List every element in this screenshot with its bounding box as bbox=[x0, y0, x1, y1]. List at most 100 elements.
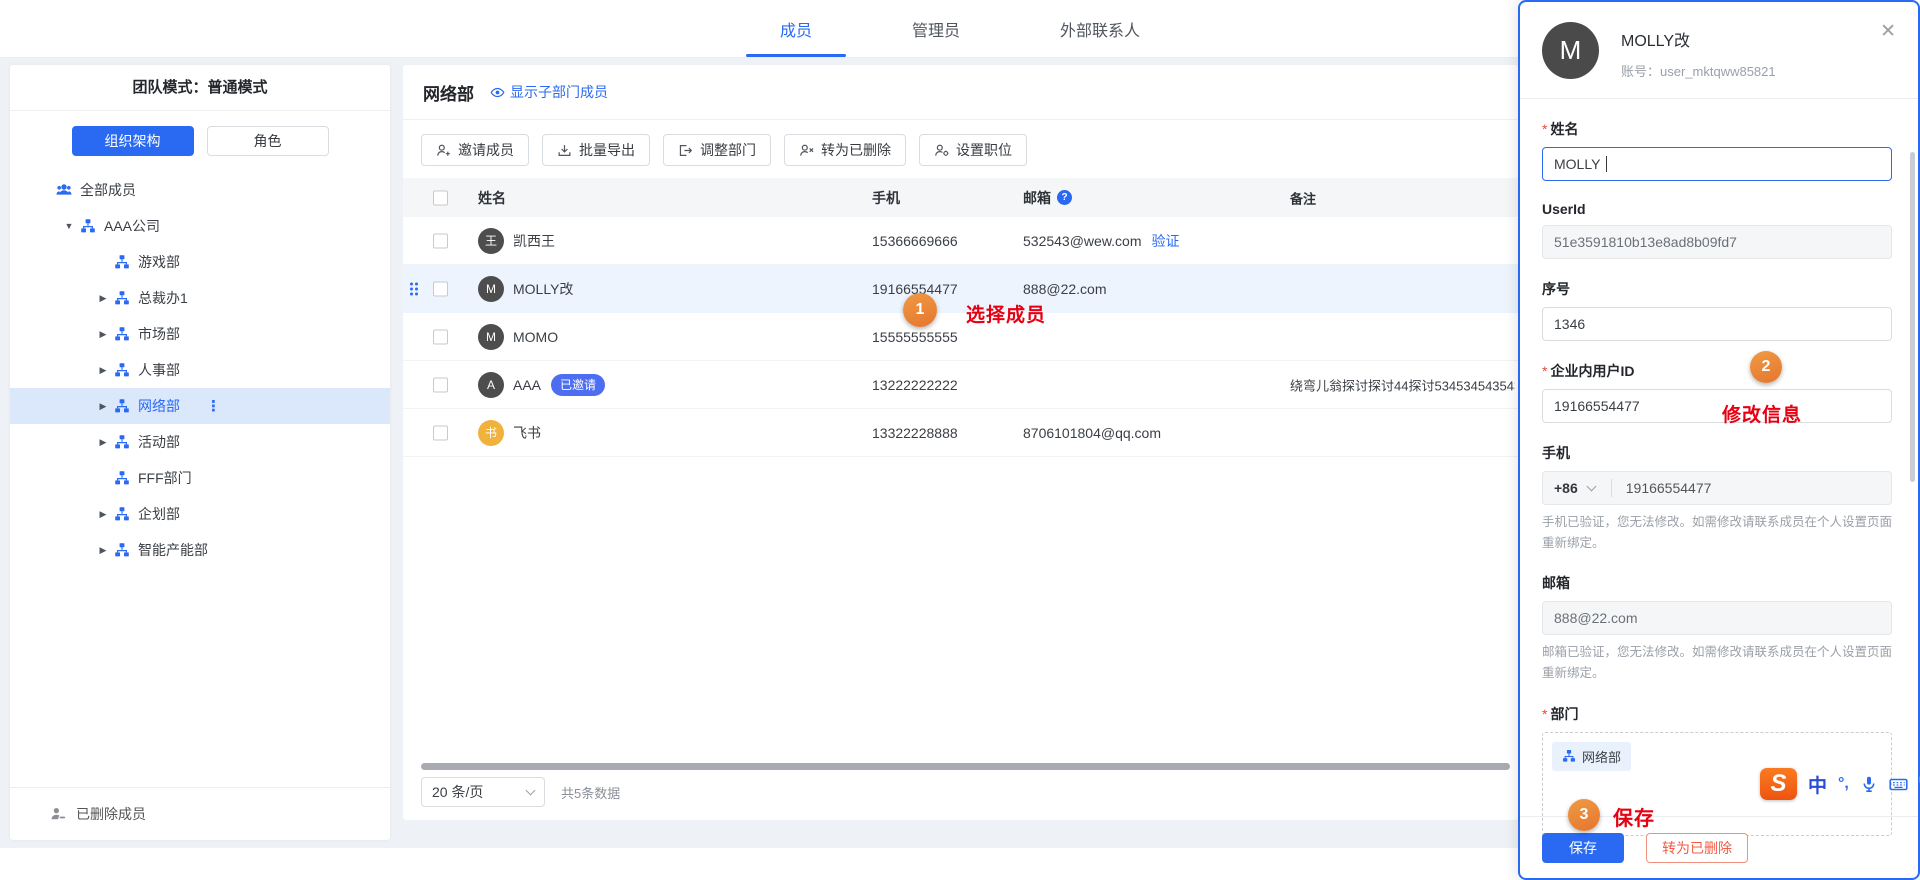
pagination: 20 条/页 共5条数据 bbox=[421, 776, 620, 808]
more-options-icon[interactable]: ⋮ bbox=[206, 397, 221, 415]
table-row[interactable]: MMOMO15555555555 bbox=[403, 313, 1518, 361]
toolbar-button-设置职位[interactable]: 设置职位 bbox=[919, 134, 1027, 166]
caret-icon[interactable]: ▶ bbox=[96, 401, 110, 412]
drag-handle-icon[interactable] bbox=[410, 282, 418, 295]
close-icon[interactable]: ✕ bbox=[1880, 22, 1896, 41]
drawer-scrollbar[interactable] bbox=[1910, 152, 1915, 482]
chevron-down-icon bbox=[1586, 481, 1596, 491]
person-gear-icon bbox=[934, 143, 949, 158]
deleted-members-entry[interactable]: 已删除成员 bbox=[10, 787, 390, 840]
name-field-label: 姓名 bbox=[1550, 119, 1578, 139]
caret-icon[interactable]: ▶ bbox=[96, 509, 110, 520]
row-checkbox[interactable] bbox=[433, 233, 448, 248]
member-name: AAA bbox=[513, 377, 541, 393]
tree-item-网络部[interactable]: ▶网络部⋮ bbox=[10, 388, 390, 424]
mic-icon[interactable] bbox=[1860, 775, 1878, 793]
toolbar-button-邀请成员[interactable]: 邀请成员 bbox=[421, 134, 529, 166]
move-to-deleted-button[interactable]: 转为已删除 bbox=[1646, 833, 1748, 863]
tree-item-FFF部门[interactable]: FFF部门 bbox=[10, 460, 390, 496]
member-remark: 绕弯儿翁探讨探讨44探讨534534543543543 bbox=[1290, 375, 1515, 394]
column-name: 姓名 bbox=[478, 188, 506, 208]
phone-field-label: 手机 bbox=[1542, 443, 1892, 463]
email-note: 邮箱已验证，您无法修改。如需修改请联系成员在个人设置页面重新绑定。 bbox=[1542, 642, 1892, 683]
org-icon bbox=[114, 326, 130, 342]
tree-item-人事部[interactable]: ▶ 人事部 bbox=[10, 352, 390, 388]
department-tag[interactable]: 网络部 bbox=[1552, 742, 1631, 771]
view-toggle: 组织架构 角色 bbox=[10, 126, 390, 156]
page-size-select[interactable]: 20 条/页 bbox=[421, 777, 545, 807]
table-row[interactable]: 书飞书133222288888706101804@qq.com bbox=[403, 409, 1518, 457]
sogou-logo-icon[interactable]: S bbox=[1760, 768, 1797, 800]
caret-icon[interactable]: ▶ bbox=[96, 293, 110, 304]
member-name: MOMO bbox=[513, 329, 558, 345]
org-icon bbox=[114, 398, 130, 414]
org-structure-button[interactable]: 组织架构 bbox=[72, 126, 194, 156]
tree-item-AAA公司[interactable]: ▼AAA公司 bbox=[10, 208, 390, 244]
tree-item-label: 智能产能部 bbox=[138, 540, 208, 560]
table-row[interactable]: MMOLLY改19166554477888@22.com bbox=[403, 265, 1518, 313]
table-row[interactable]: 王凯西王15366669666532543@wew.com验证 bbox=[403, 217, 1518, 265]
caret-icon[interactable]: ▼ bbox=[62, 221, 76, 231]
seq-input[interactable] bbox=[1542, 307, 1892, 341]
chevron-down-icon bbox=[526, 785, 536, 795]
show-sub-department-link[interactable]: 显示子部门成员 bbox=[490, 82, 608, 102]
member-account: 账号：user_mktqww85821 bbox=[1621, 61, 1776, 80]
page: 成员管理员外部联系人 团队模式：普通模式 组织架构 角色 全部成员▼AAA公司游… bbox=[0, 0, 1920, 880]
tree-item-市场部[interactable]: ▶ 市场部 bbox=[10, 316, 390, 352]
tree-item-label: 企划部 bbox=[138, 504, 180, 524]
row-checkbox[interactable] bbox=[433, 377, 448, 392]
tab-2[interactable]: 外部联系人 bbox=[1038, 0, 1162, 57]
select-all-checkbox[interactable] bbox=[433, 190, 448, 205]
column-phone: 手机 bbox=[872, 188, 900, 208]
country-code-select[interactable]: +86 bbox=[1554, 480, 1578, 496]
table-header: 姓名 手机 邮箱 ? 备注 bbox=[403, 178, 1518, 217]
save-button[interactable]: 保存 bbox=[1542, 833, 1624, 863]
total-count-label: 共5条数据 bbox=[561, 783, 620, 802]
member-list-panel: 网络部 显示子部门成员 邀请成员批量导出调整部门转为已删除设置职位 姓名 手机 … bbox=[403, 65, 1518, 820]
org-icon bbox=[114, 254, 130, 270]
caret-icon[interactable]: ▶ bbox=[96, 437, 110, 448]
tree-item-企划部[interactable]: ▶ 企划部 bbox=[10, 496, 390, 532]
member-email: 532543@wew.com bbox=[1023, 233, 1142, 249]
caret-icon[interactable]: ▶ bbox=[96, 365, 110, 376]
caret-icon[interactable]: ▶ bbox=[96, 545, 110, 556]
tree-item-智能产能部[interactable]: ▶ 智能产能部 bbox=[10, 532, 390, 568]
person-removed-icon bbox=[50, 806, 66, 822]
toolbar-button-调整部门[interactable]: 调整部门 bbox=[663, 134, 771, 166]
table-row[interactable]: AAAA已邀请13222222222绕弯儿翁探讨探讨44探讨5345345435… bbox=[403, 361, 1518, 409]
ime-language-toggle[interactable]: 中 bbox=[1808, 771, 1827, 798]
row-checkbox[interactable] bbox=[433, 281, 448, 296]
name-input[interactable] bbox=[1542, 147, 1892, 181]
verify-link[interactable]: 验证 bbox=[1152, 231, 1180, 251]
step-2-label: 修改信息 bbox=[1722, 400, 1802, 427]
keyboard-icon[interactable] bbox=[1889, 775, 1908, 794]
member-name: 凯西王 bbox=[513, 231, 555, 251]
caret-icon[interactable]: ▶ bbox=[96, 329, 110, 340]
avatar: M bbox=[1542, 22, 1599, 79]
row-checkbox[interactable] bbox=[433, 425, 448, 440]
tree-item-label: 人事部 bbox=[138, 360, 180, 380]
transfer-icon bbox=[678, 143, 693, 158]
toolbar-button-批量导出[interactable]: 批量导出 bbox=[542, 134, 650, 166]
tree-item-游戏部[interactable]: 游戏部 bbox=[10, 244, 390, 280]
row-checkbox[interactable] bbox=[433, 329, 448, 344]
userid-field-label: UserId bbox=[1542, 201, 1892, 217]
member-name: MOLLY改 bbox=[1621, 27, 1776, 51]
panel-header: 网络部 显示子部门成员 bbox=[403, 65, 1518, 120]
email-help-icon[interactable]: ? bbox=[1057, 190, 1072, 205]
tab-1[interactable]: 管理员 bbox=[890, 0, 982, 57]
tree-item-label: 市场部 bbox=[138, 324, 180, 344]
avatar: M bbox=[478, 324, 504, 350]
tree-item-全部成员[interactable]: 全部成员 bbox=[10, 172, 390, 208]
tree-item-活动部[interactable]: ▶活动部 bbox=[10, 424, 390, 460]
tab-0[interactable]: 成员 bbox=[758, 0, 834, 57]
roles-button[interactable]: 角色 bbox=[207, 126, 329, 156]
member-email: 888@22.com bbox=[1023, 281, 1106, 297]
ime-punctuation-toggle[interactable]: °, bbox=[1838, 775, 1849, 793]
horizontal-scrollbar[interactable] bbox=[421, 763, 1510, 770]
sidebar: 团队模式：普通模式 组织架构 角色 全部成员▼AAA公司游戏部▶总裁办1▶市场部… bbox=[10, 65, 390, 840]
toolbar-button-转为已删除[interactable]: 转为已删除 bbox=[784, 134, 906, 166]
avatar: A bbox=[478, 372, 504, 398]
tree-item-总裁办1[interactable]: ▶总裁办1 bbox=[10, 280, 390, 316]
corp-uid-input[interactable] bbox=[1542, 389, 1892, 423]
